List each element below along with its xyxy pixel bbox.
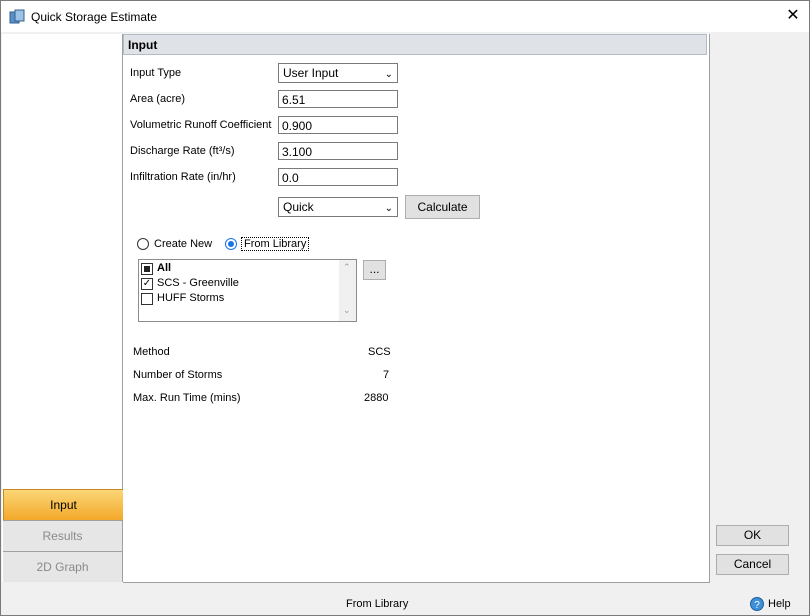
list-scrollbar[interactable]: ⌃ ⌄ bbox=[339, 260, 356, 321]
infiltration-rate-input[interactable]: 0.0 bbox=[278, 168, 398, 186]
discharge-rate-label: Discharge Rate (ft³/s) bbox=[130, 145, 235, 157]
nav-results-button[interactable]: Results bbox=[3, 520, 122, 551]
window-title: Quick Storage Estimate bbox=[31, 10, 158, 24]
partial-fill-icon bbox=[144, 266, 150, 272]
browse-library-button[interactable]: ... bbox=[363, 260, 386, 280]
chevron-down-icon: ⌄ bbox=[384, 203, 393, 214]
from-library-label[interactable]: From Library bbox=[241, 237, 310, 251]
area-input[interactable]: 6.51 bbox=[278, 90, 398, 108]
status-bar: From Library ? Help bbox=[1, 595, 809, 615]
list-item-label: SCS - Greenville bbox=[157, 277, 239, 289]
radio-selected-dot bbox=[228, 241, 234, 247]
list-item-label: HUFF Storms bbox=[157, 292, 225, 304]
checkbox-partial[interactable] bbox=[141, 263, 153, 275]
storm-library-list[interactable]: All ✓ SCS - Greenville HUFF Storms ⌃ ⌄ bbox=[138, 259, 357, 322]
runoff-coefficient-label: Volumetric Runoff Coefficient bbox=[130, 119, 272, 131]
help-link[interactable]: Help bbox=[768, 598, 791, 610]
create-new-label[interactable]: Create New bbox=[154, 238, 212, 250]
storms-value: 7 bbox=[383, 369, 390, 381]
input-type-label: Input Type bbox=[130, 67, 182, 79]
cancel-button[interactable]: Cancel bbox=[716, 554, 789, 575]
status-text: From Library bbox=[346, 598, 409, 610]
nav-input-button[interactable]: Input bbox=[3, 489, 124, 521]
discharge-rate-input[interactable]: 3.100 bbox=[278, 142, 398, 160]
scroll-down-icon[interactable]: ⌄ bbox=[343, 305, 351, 316]
method-dropdown-value: Quick bbox=[283, 200, 314, 214]
list-item-label: All bbox=[157, 262, 172, 274]
storms-label: Number of Storms bbox=[133, 369, 223, 381]
method-dropdown[interactable]: Quick ⌄ bbox=[278, 197, 398, 217]
nav-pane: Input Results 2D Graph bbox=[2, 34, 124, 582]
calculate-button[interactable]: Calculate bbox=[405, 195, 480, 219]
help-icon[interactable]: ? bbox=[750, 597, 764, 611]
create-new-radio[interactable] bbox=[137, 238, 149, 250]
storage-app-icon bbox=[9, 9, 25, 24]
chevron-down-icon: ⌄ bbox=[384, 69, 393, 80]
svg-text:?: ? bbox=[754, 600, 760, 611]
area-label: Area (acre) bbox=[130, 93, 186, 105]
close-button[interactable]: ✕ bbox=[781, 5, 805, 27]
dialog-window: Quick Storage Estimate ✕ Input Results 2… bbox=[0, 0, 810, 616]
checkbox-checked[interactable]: ✓ bbox=[141, 278, 153, 290]
checkbox-unchecked[interactable] bbox=[141, 293, 153, 305]
from-library-radio[interactable] bbox=[225, 238, 237, 250]
scroll-up-icon[interactable]: ⌃ bbox=[343, 262, 351, 273]
method-value: SCS bbox=[368, 346, 391, 358]
input-type-value: User Input bbox=[283, 66, 339, 80]
infiltration-rate-label: Infiltration Rate (in/hr) bbox=[130, 171, 236, 183]
nav-2d-graph-button[interactable]: 2D Graph bbox=[3, 551, 122, 582]
ok-button[interactable]: OK bbox=[716, 525, 789, 546]
runtime-value: 2880 bbox=[364, 392, 389, 404]
input-type-dropdown[interactable]: User Input ⌄ bbox=[278, 63, 398, 83]
section-header: Input bbox=[123, 34, 707, 55]
runoff-coefficient-input[interactable]: 0.900 bbox=[278, 116, 398, 134]
method-label: Method bbox=[133, 346, 170, 358]
title-bar: Quick Storage Estimate ✕ bbox=[1, 1, 809, 32]
runtime-label: Max. Run Time (mins) bbox=[133, 392, 241, 404]
